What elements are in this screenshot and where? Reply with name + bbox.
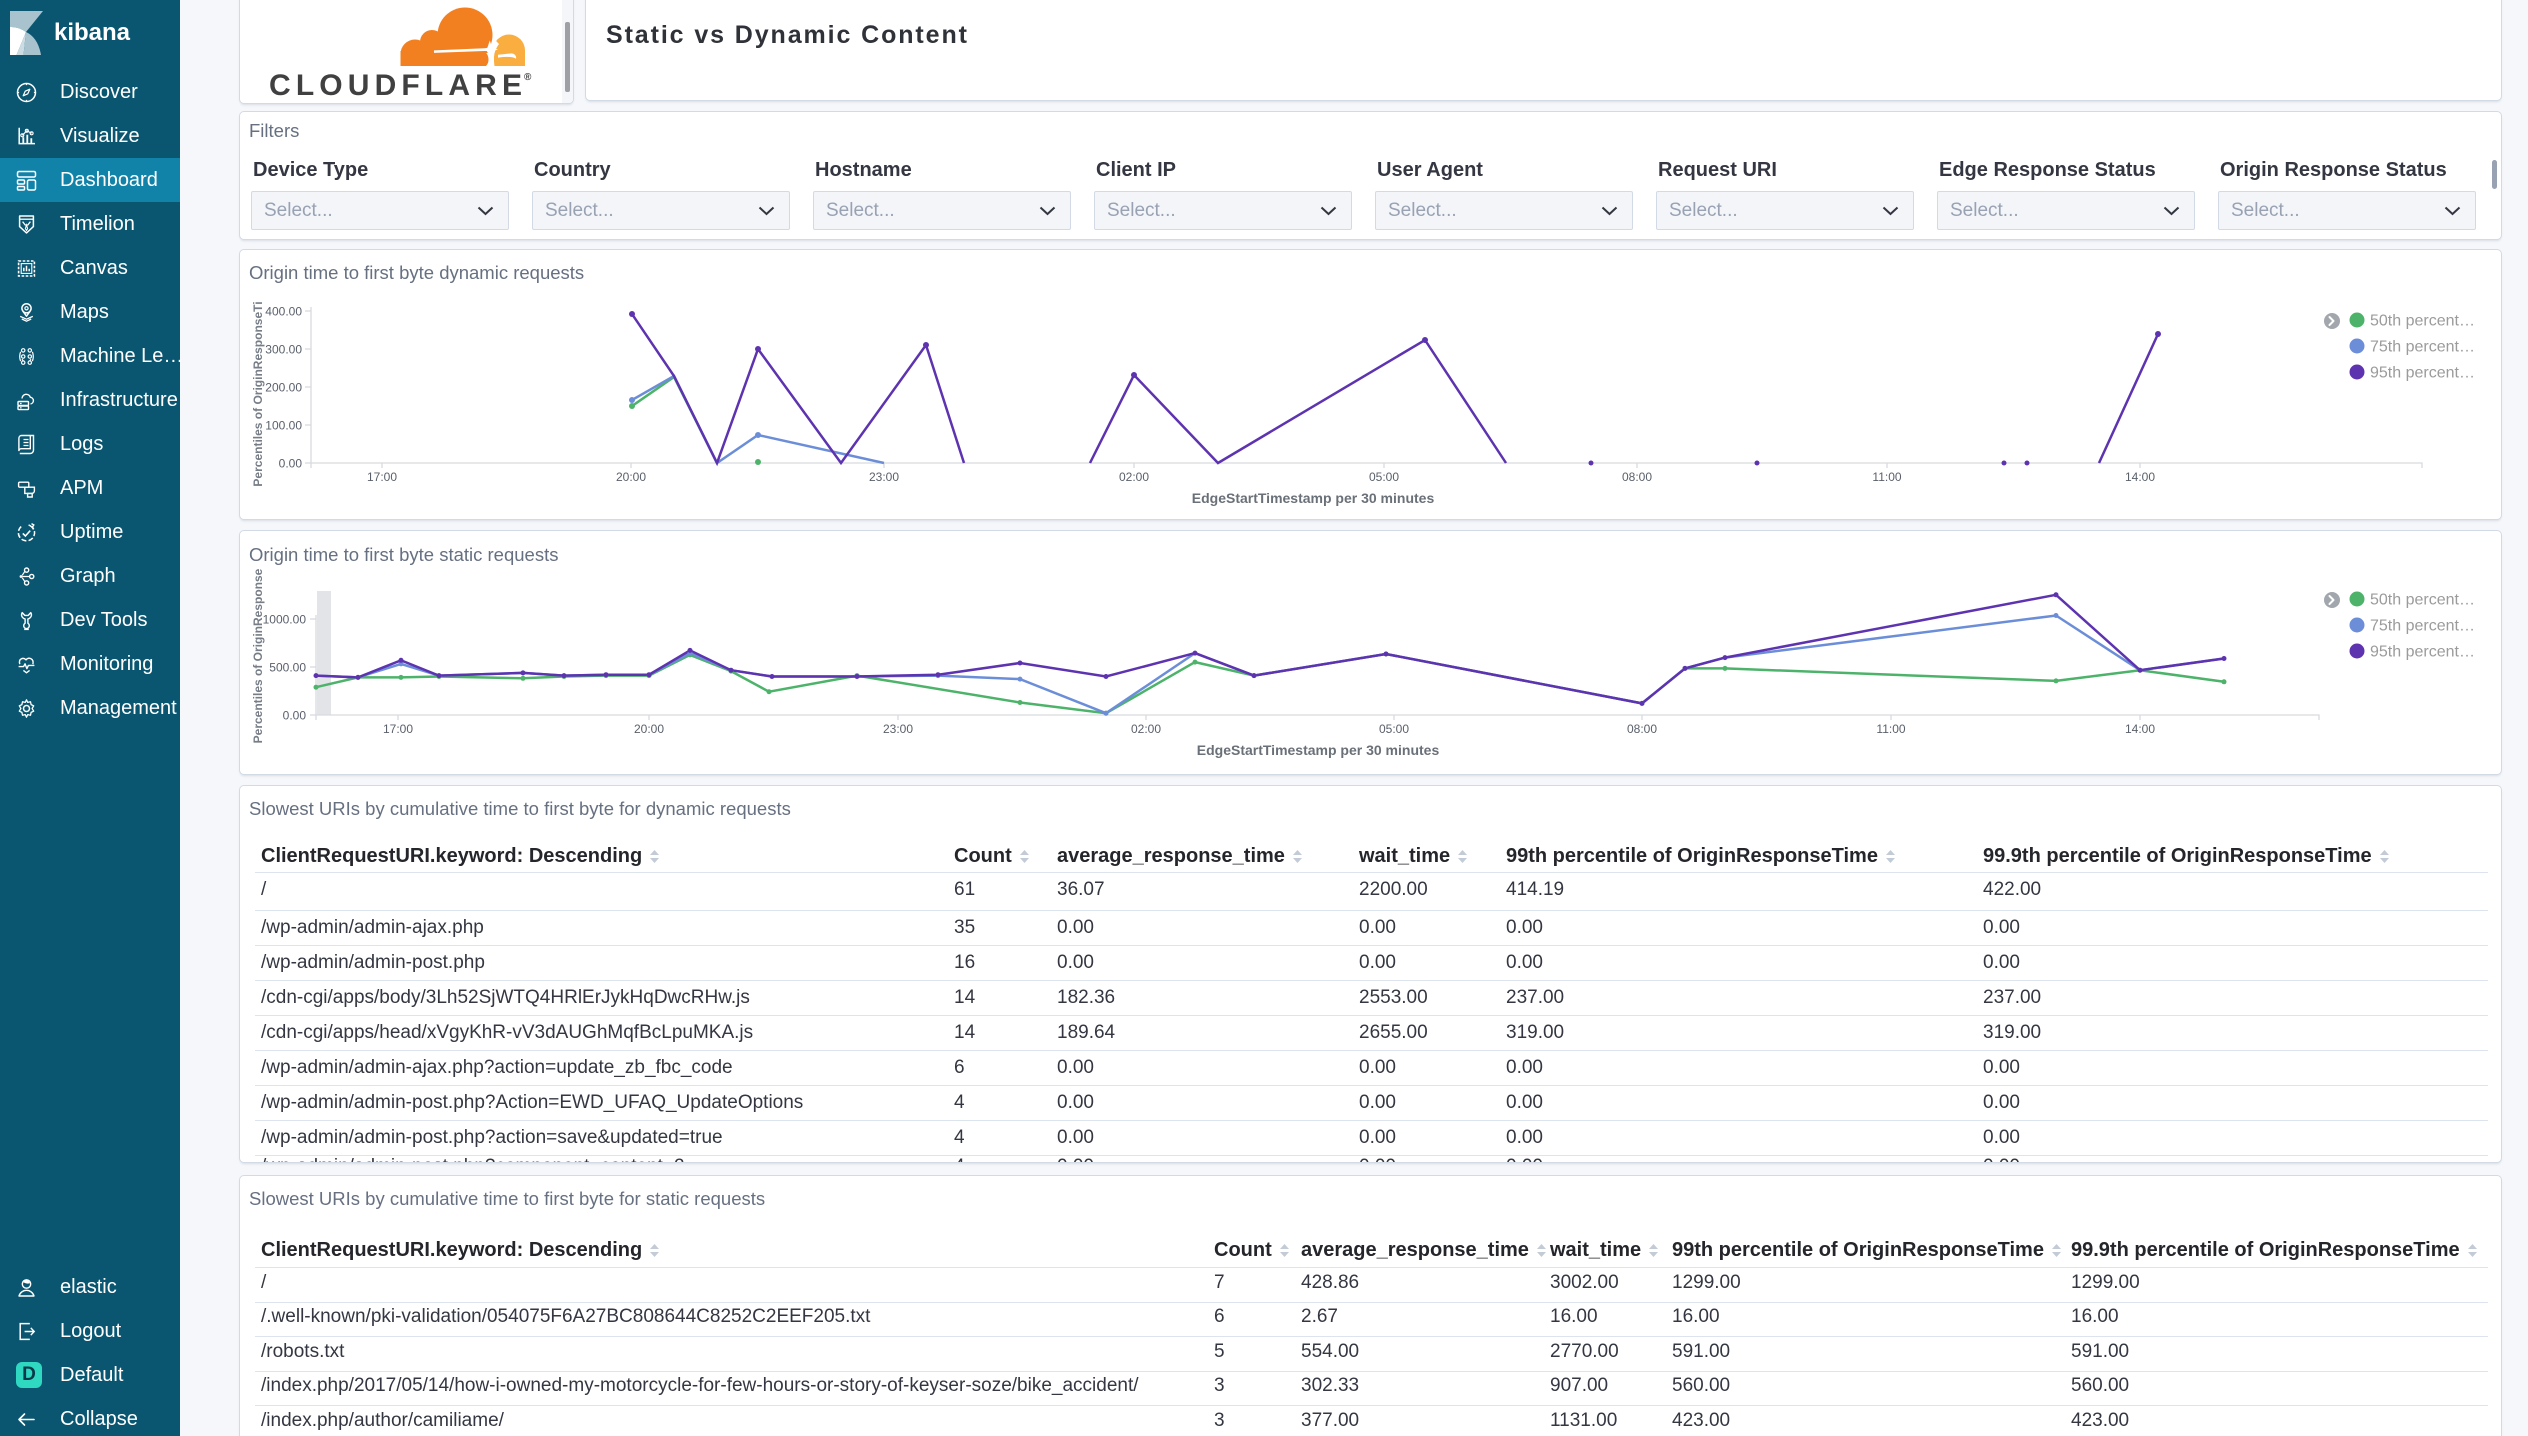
- svg-text:17:00: 17:00: [383, 722, 413, 736]
- svg-text:08:00: 08:00: [1627, 722, 1657, 736]
- svg-text:75th percent…: 75th percent…: [2370, 618, 2475, 635]
- svg-text:0.00: 0.00: [279, 457, 303, 471]
- svg-text:23:00: 23:00: [883, 722, 913, 736]
- svg-text:EdgeStartTimestamp per 30 minu: EdgeStartTimestamp per 30 minutes: [1197, 742, 1440, 758]
- svg-text:05:00: 05:00: [1369, 470, 1399, 484]
- svg-text:500.00: 500.00: [269, 661, 306, 675]
- svg-text:02:00: 02:00: [1119, 470, 1149, 484]
- svg-text:23:00: 23:00: [869, 470, 899, 484]
- svg-text:200.00: 200.00: [265, 381, 302, 395]
- svg-text:75th percent…: 75th percent…: [2370, 339, 2475, 356]
- svg-text:100.00: 100.00: [265, 419, 302, 433]
- svg-text:14:00: 14:00: [2125, 470, 2155, 484]
- svg-text:CLOUDFLARE: CLOUDFLARE: [269, 69, 522, 102]
- svg-text:95th percent…: 95th percent…: [2370, 365, 2475, 382]
- svg-text:EdgeStartTimestamp per 30 minu: EdgeStartTimestamp per 30 minutes: [1192, 490, 1435, 506]
- svg-text:17:00: 17:00: [367, 470, 397, 484]
- svg-text:300.00: 300.00: [265, 343, 302, 357]
- svg-text:05:00: 05:00: [1379, 722, 1409, 736]
- svg-text:0.00: 0.00: [283, 709, 307, 723]
- svg-text:50th percent…: 50th percent…: [2370, 592, 2475, 609]
- svg-text:20:00: 20:00: [616, 470, 646, 484]
- svg-text:11:00: 11:00: [1872, 470, 1901, 484]
- svg-text:®: ®: [524, 72, 532, 83]
- svg-text:14:00: 14:00: [2125, 722, 2155, 736]
- svg-text:11:00: 11:00: [1876, 722, 1905, 736]
- svg-text:08:00: 08:00: [1622, 470, 1652, 484]
- svg-text:Percentiles of OriginResponseT: Percentiles of OriginResponseTi: [251, 301, 265, 486]
- svg-text:400.00: 400.00: [265, 305, 302, 319]
- svg-text:50th percent…: 50th percent…: [2370, 313, 2475, 330]
- svg-text:1000.00: 1000.00: [263, 613, 307, 627]
- svg-text:Percentiles of OriginResponse: Percentiles of OriginResponse: [251, 568, 265, 743]
- svg-text:02:00: 02:00: [1131, 722, 1161, 736]
- svg-text:95th percent…: 95th percent…: [2370, 644, 2475, 661]
- svg-text:20:00: 20:00: [634, 722, 664, 736]
